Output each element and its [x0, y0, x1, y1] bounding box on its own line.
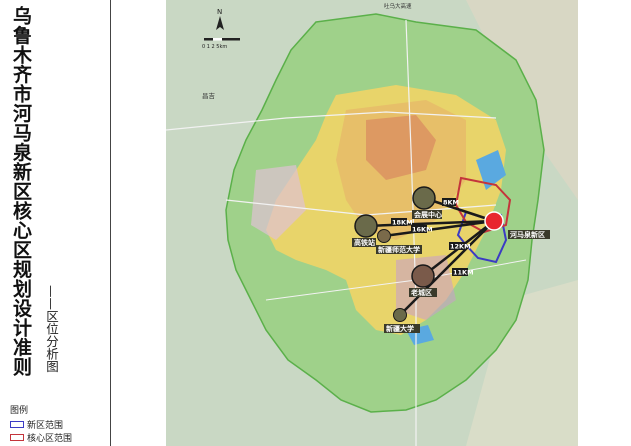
distance-label-old: 12KM — [450, 243, 471, 251]
svg-text:N: N — [217, 8, 222, 16]
page-subtitle: ——区位分析图 — [44, 285, 59, 373]
node-xinjiang-univ — [393, 308, 407, 322]
label-top-road: 吐乌大高速 — [384, 2, 412, 10]
page: 乌鲁木齐市河马泉新区核心区规划设计准则 ——区位分析图 图例 新区范围 核心区范… — [0, 0, 631, 446]
distance-label-univ: 11KM — [453, 269, 474, 277]
legend-swatch-red — [10, 434, 24, 441]
node-old-town — [411, 264, 435, 288]
label-normal-univ: 新疆师范大学 — [378, 245, 420, 254]
label-gaotie: 高铁站 — [354, 238, 375, 247]
legend-heading: 图例 — [10, 406, 29, 416]
svg-text:0 1 2 5km: 0 1 2 5km — [202, 44, 227, 50]
map-svg: 8KM 18KM 16KM 12KM 11KM 会展中心 高铁站 新疆师范大学 … — [166, 0, 578, 446]
legend-swatch-blue — [10, 421, 24, 428]
label-old-town: 老城区 — [410, 288, 432, 297]
divider-line — [110, 0, 111, 446]
node-hemaquan — [484, 211, 504, 231]
legend-item-core-area: 核心区范围 — [10, 431, 72, 444]
legend-label-core-area: 核心区范围 — [27, 434, 73, 444]
node-gaotie — [354, 214, 378, 238]
legend-label-new-area: 新区范围 — [27, 421, 64, 431]
distance-label-center: 8KM — [443, 199, 459, 207]
label-hemaquan: 河马泉新区 — [510, 230, 545, 239]
label-changji: 昌吉 — [202, 92, 216, 100]
node-normal-univ — [377, 229, 391, 243]
label-city-center: 会展中心 — [414, 210, 442, 219]
distance-label-gaotie: 18KM — [392, 219, 413, 227]
distance-label-normal: 16KM — [412, 226, 433, 234]
label-xinjiang-univ: 新疆大学 — [386, 324, 414, 333]
node-city-center — [412, 186, 436, 210]
page-title: 乌鲁木齐市河马泉新区核心区规划设计准则 — [10, 6, 32, 377]
location-map: 8KM 18KM 16KM 12KM 11KM 会展中心 高铁站 新疆师范大学 … — [166, 0, 578, 446]
legend-item-new-area: 新区范围 — [10, 418, 63, 431]
